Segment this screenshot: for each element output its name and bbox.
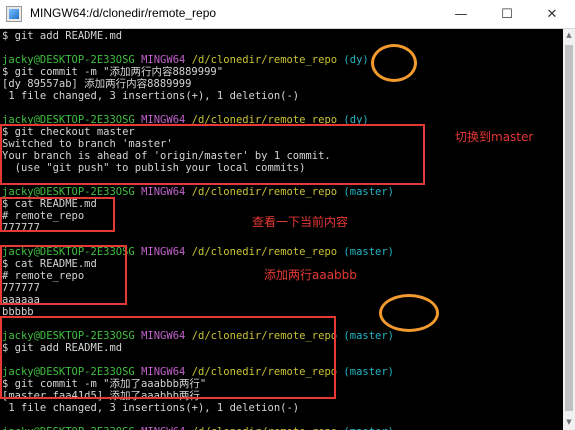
mingw-app-icon[interactable] [6,6,22,22]
scroll-down-arrow-icon[interactable]: ▼ [565,418,573,428]
annotation-box-cat-1 [0,197,115,232]
prompt-env: MINGW64 [141,54,186,66]
prompt-env: MINGW64 [141,186,186,198]
highlight-circle-dy-branch [371,44,417,82]
terminal-line: $ git add README.md [2,30,123,42]
terminal-line: 1 file changed, 3 insertions(+), 1 delet… [2,402,300,414]
prompt-branch: (master) [343,366,394,378]
maximize-button[interactable]: ☐ [484,0,530,28]
terminal-line: [dy 89557ab] 添加两行内容8889999 [2,78,192,90]
prompt-branch: (master) [343,426,394,430]
minimize-button[interactable]: — [438,0,484,28]
prompt-path: /d/clonedir/remote_repo [191,246,338,258]
prompt-user: jacky@DESKTOP-2E33OSG [2,426,135,430]
annotation-switch-to-master: 切换到master [455,130,534,144]
prompt-branch: (dy) [343,54,369,66]
prompt-path: /d/clonedir/remote_repo [191,186,338,198]
prompt-env: MINGW64 [141,246,186,258]
prompt-branch: (master) [343,246,394,258]
prompt-line: jacky@DESKTOP-2E33OSG MINGW64 /d/clonedi… [2,426,394,430]
prompt-path: /d/clonedir/remote_repo [192,426,337,430]
prompt-env: MINGW64 [141,426,185,430]
prompt-path: /d/clonedir/remote_repo [191,54,338,66]
annotation-box-cat-2 [0,245,127,305]
terminal-line: $ git commit -m "添加两行内容8889999" [2,66,224,78]
prompt-line: jacky@DESKTOP-2E33OSG MINGW64 /d/clonedi… [2,54,369,66]
scrollbar-thumb[interactable] [565,45,573,411]
annotation-box-commit [0,316,336,399]
annotation-add-two-lines: 添加两行aaabbb [264,268,357,282]
scroll-up-arrow-icon[interactable]: ▲ [565,31,573,41]
close-button[interactable]: ✕ [529,0,575,28]
prompt-branch: (master) [343,186,394,198]
annotation-box-checkout [0,124,425,185]
window-titlebar[interactable]: MINGW64:/d/clonedir/remote_repo — ☐ ✕ [0,0,575,29]
window-title: MINGW64:/d/clonedir/remote_repo [30,6,217,20]
highlight-circle-master-branch [379,294,439,332]
prompt-user: jacky@DESKTOP-2E33OSG [2,54,135,66]
annotation-view-current-content: 查看一下当前内容 [252,215,349,229]
prompt-branch: (master) [343,330,394,342]
vertical-scrollbar[interactable]: ▲ ▼ [563,29,575,430]
terminal-line: 1 file changed, 3 insertions(+), 1 delet… [2,90,300,102]
